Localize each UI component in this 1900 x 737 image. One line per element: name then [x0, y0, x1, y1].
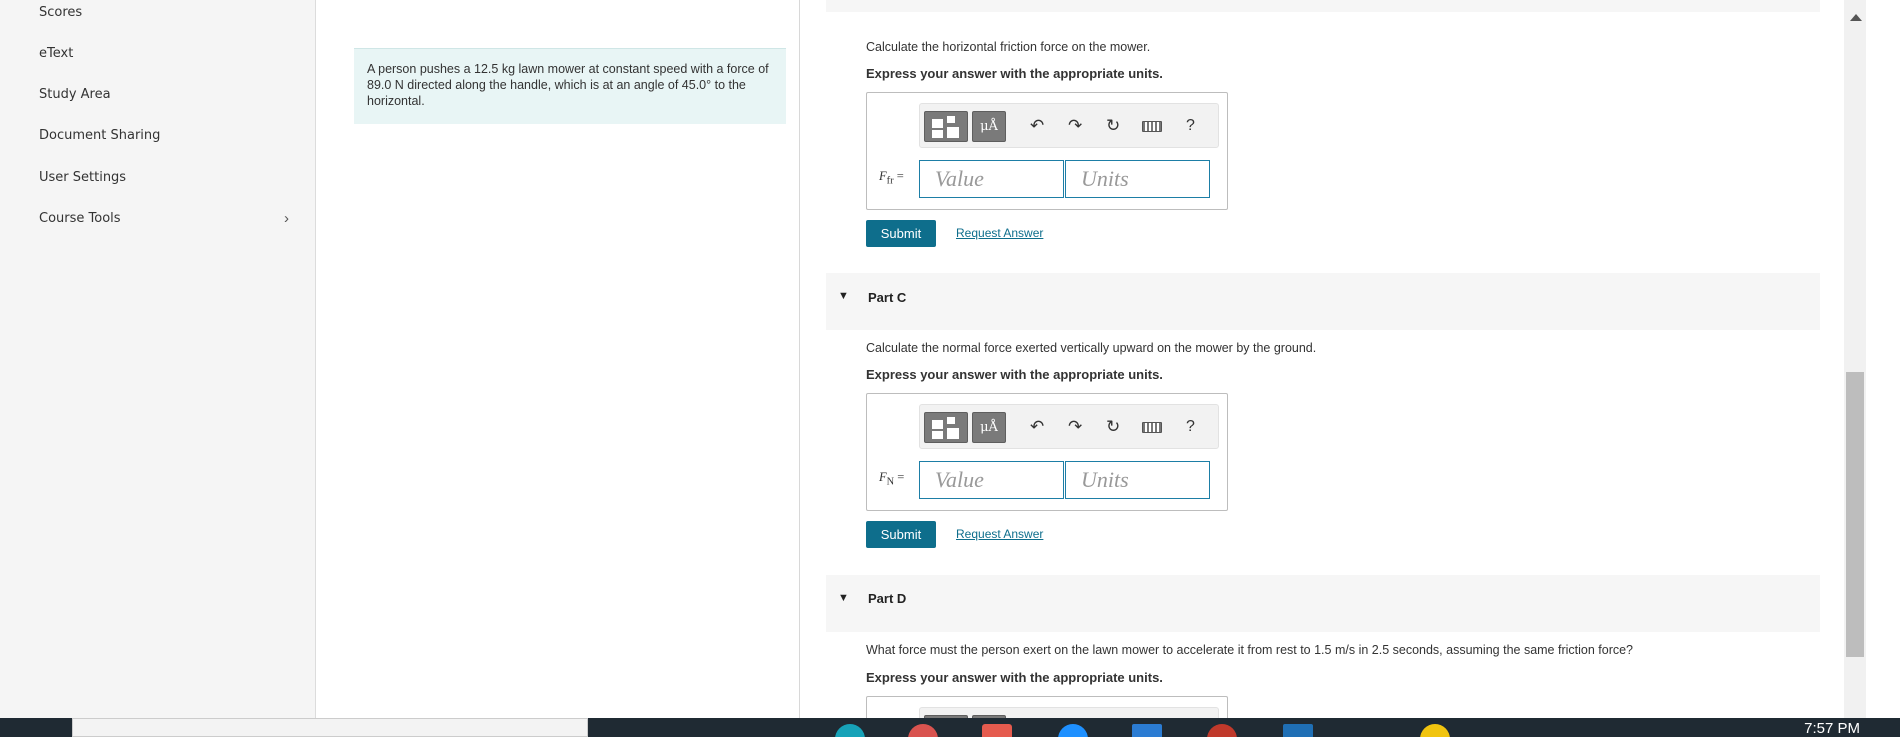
- variable-symbol: F: [879, 169, 887, 183]
- caret-down-icon[interactable]: ▼: [838, 592, 849, 604]
- part-c-title[interactable]: Part C: [868, 290, 906, 305]
- part-b-variable-label: Ffr =: [879, 169, 904, 187]
- sidebar-item-study-area[interactable]: Study Area: [39, 87, 111, 102]
- course-sidebar: Scores eText Study Area Document Sharing…: [0, 0, 316, 718]
- templates-button[interactable]: [924, 111, 968, 142]
- scroll-up-arrow-icon[interactable]: [1850, 14, 1862, 21]
- part-d-header[interactable]: [826, 575, 1820, 632]
- os-taskbar: 7:57 PM: [0, 718, 1900, 737]
- part-c-submit-button[interactable]: Submit: [866, 521, 936, 548]
- reset-icon[interactable]: ↻: [1106, 116, 1120, 136]
- part-d-instructions: Express your answer with the appropriate…: [866, 670, 1163, 685]
- keyboard-icon[interactable]: [1142, 422, 1162, 433]
- browser-icon[interactable]: [1207, 724, 1237, 737]
- taskbar-clock[interactable]: 7:57 PM: [1804, 720, 1860, 737]
- taskbar-search-box[interactable]: [72, 718, 588, 737]
- help-icon[interactable]: ?: [1186, 417, 1195, 437]
- redo-icon[interactable]: ↷: [1068, 417, 1082, 437]
- part-c-request-answer-link[interactable]: Request Answer: [956, 527, 1043, 541]
- part-b-request-answer-link[interactable]: Request Answer: [956, 226, 1043, 240]
- sidebar-item-user-settings[interactable]: User Settings: [39, 170, 126, 185]
- part-b-value-input[interactable]: Value: [919, 160, 1064, 198]
- scrollbar-thumb[interactable]: [1846, 372, 1864, 657]
- sidebar-item-course-tools[interactable]: Course Tools: [39, 211, 121, 226]
- part-d-title[interactable]: Part D: [868, 591, 906, 606]
- part-d-question: What force must the person exert on the …: [866, 643, 1634, 657]
- part-b-units-input[interactable]: Units: [1065, 160, 1210, 198]
- calendar-app-icon[interactable]: [982, 724, 1012, 737]
- part-c-units-input[interactable]: Units: [1065, 461, 1210, 499]
- caret-down-icon[interactable]: ▼: [838, 290, 849, 302]
- app-icon[interactable]: [1420, 724, 1450, 737]
- equals-sign: =: [894, 470, 905, 484]
- symbols-button[interactable]: μÅ: [972, 111, 1006, 142]
- templates-button[interactable]: [924, 412, 968, 443]
- part-b-header-strip: [826, 0, 1820, 12]
- chevron-right-icon[interactable]: ›: [284, 210, 289, 227]
- reset-icon[interactable]: ↻: [1106, 417, 1120, 437]
- undo-icon[interactable]: ↶: [1030, 417, 1044, 437]
- app-icon[interactable]: [908, 724, 938, 737]
- symbols-button[interactable]: μÅ: [972, 412, 1006, 443]
- part-c-header[interactable]: [826, 273, 1820, 330]
- part-c-question: Calculate the normal force exerted verti…: [866, 341, 1317, 355]
- math-toolbar: μÅ ↶ ↷ ↻ ?: [919, 103, 1219, 148]
- equals-sign: =: [893, 169, 904, 183]
- app-icon[interactable]: [1058, 724, 1088, 737]
- part-b-instructions: Express your answer with the appropriate…: [866, 66, 1163, 81]
- part-b-question: Calculate the horizontal friction force …: [866, 40, 1151, 54]
- app-icon[interactable]: [835, 724, 865, 737]
- part-c-instructions: Express your answer with the appropriate…: [866, 367, 1163, 382]
- undo-icon[interactable]: ↶: [1030, 116, 1044, 136]
- redo-icon[interactable]: ↷: [1068, 116, 1082, 136]
- windows-store-icon[interactable]: [1132, 724, 1162, 737]
- panel-divider: [799, 0, 800, 718]
- part-c-value-input[interactable]: Value: [919, 461, 1064, 499]
- mail-icon[interactable]: [1283, 724, 1313, 737]
- part-b-submit-button[interactable]: Submit: [866, 220, 936, 247]
- part-b-answer-box: μÅ ↶ ↷ ↻ ? Ffr = Value Units: [866, 92, 1228, 210]
- math-toolbar: μÅ ↶ ↷ ↻ ?: [919, 404, 1219, 449]
- sidebar-item-document-sharing[interactable]: Document Sharing: [39, 128, 160, 143]
- sidebar-item-scores[interactable]: Scores: [39, 5, 82, 20]
- keyboard-icon[interactable]: [1142, 121, 1162, 132]
- sidebar-item-etext[interactable]: eText: [39, 46, 73, 61]
- part-c-answer-box: μÅ ↶ ↷ ↻ ? FN = Value Units: [866, 393, 1228, 511]
- variable-subscript: fr: [886, 175, 894, 187]
- variable-symbol: F: [879, 470, 887, 484]
- problem-statement: A person pushes a 12.5 kg lawn mower at …: [354, 48, 786, 124]
- help-icon[interactable]: ?: [1186, 116, 1195, 136]
- part-c-variable-label: FN =: [879, 470, 904, 488]
